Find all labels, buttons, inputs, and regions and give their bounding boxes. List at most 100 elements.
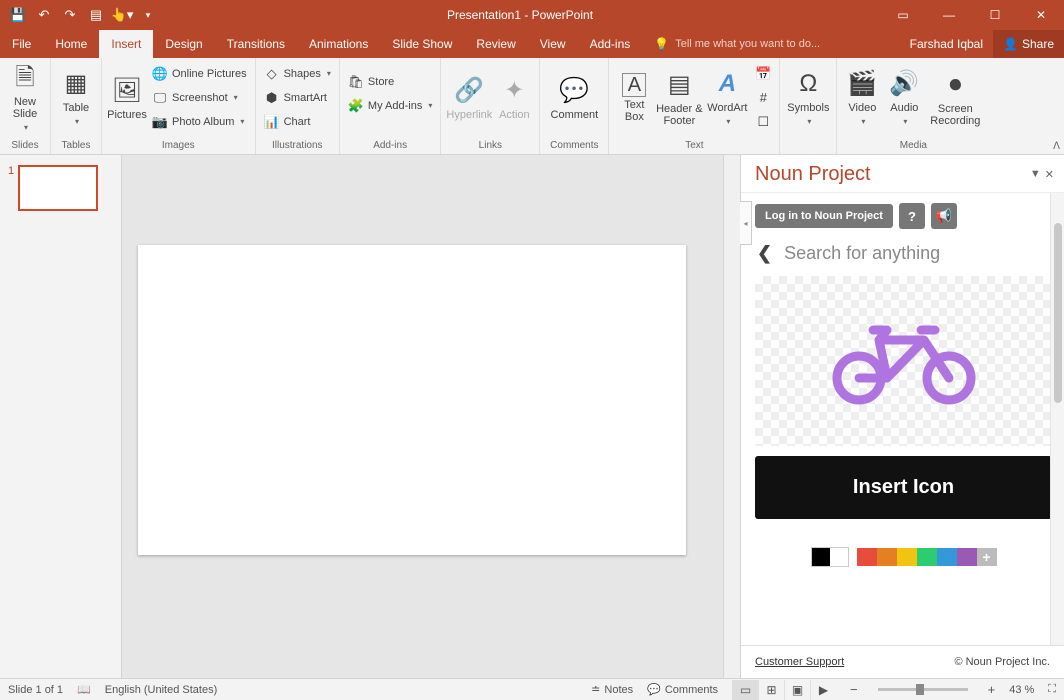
collapse-ribbon-icon[interactable]: ᐱ (1053, 141, 1060, 152)
pane-scroll-thumb[interactable] (1054, 223, 1062, 403)
header-footer-button[interactable]: ▤Header & Footer (655, 60, 703, 136)
close-icon[interactable]: ✕ (1018, 0, 1064, 30)
ribbon-display-options-icon[interactable]: ▭ (880, 0, 926, 30)
pane-menu-icon[interactable]: ▼ (1030, 168, 1041, 181)
group-label-text: Text (613, 139, 775, 154)
tab-view[interactable]: View (528, 30, 578, 58)
announce-button[interactable]: 📢 (931, 203, 957, 229)
help-button[interactable]: ? (899, 203, 925, 229)
maximize-icon[interactable]: ☐ (972, 0, 1018, 30)
zoom-in-button[interactable]: + (988, 682, 996, 697)
zoom-level[interactable]: 43 % (1009, 684, 1034, 696)
group-tables: ▦Table▾ Tables (51, 58, 102, 154)
tab-review[interactable]: Review (464, 30, 527, 58)
icon-preview (755, 276, 1052, 446)
account-name[interactable]: Farshad Iqbal (900, 30, 993, 58)
normal-view-icon[interactable]: ▭ (732, 680, 758, 700)
zoom-slider[interactable] (878, 688, 968, 691)
customer-support-link[interactable]: Customer Support (755, 656, 844, 668)
audio-icon: 🔊 (888, 68, 920, 100)
group-label-tables: Tables (55, 139, 97, 154)
redo-icon[interactable]: ↷ (58, 3, 82, 27)
minimize-icon[interactable]: — (926, 0, 972, 30)
date-time-button[interactable]: 📅 (751, 62, 775, 85)
pane-collapse-tab[interactable]: ◂ (740, 201, 752, 245)
swatch-white[interactable] (830, 548, 848, 566)
sorter-view-icon[interactable]: ⊞ (758, 680, 784, 700)
zoom-out-button[interactable]: − (850, 682, 858, 697)
swatch-blue[interactable] (937, 548, 957, 566)
add-color-button[interactable]: + (977, 548, 997, 566)
start-from-beginning-icon[interactable]: ▤ (84, 3, 108, 27)
undo-icon[interactable]: ↶ (32, 3, 56, 27)
new-slide-button[interactable]: 🗎New Slide▾ (4, 60, 46, 136)
login-button[interactable]: Log in to Noun Project (755, 204, 893, 228)
notes-button[interactable]: ≐ Notes (591, 683, 633, 696)
my-addins-icon: 🧩 (348, 98, 364, 114)
pane-scrollbar[interactable] (1050, 193, 1064, 645)
qat-customize-icon[interactable]: ▾ (136, 3, 160, 27)
symbols-button[interactable]: ΩSymbols▾ (784, 60, 832, 136)
object-button[interactable]: ☐ (751, 110, 775, 133)
screen-recording-button[interactable]: ⏺Screen Recording (925, 60, 985, 136)
photo-album-button[interactable]: 📷Photo Album▾ (148, 110, 251, 133)
group-symbols: ΩSymbols▾ (780, 58, 837, 154)
shapes-button[interactable]: ◇Shapes▾ (260, 62, 335, 85)
fit-to-window-icon[interactable]: ⛶ (1048, 683, 1056, 696)
tab-home[interactable]: Home (43, 30, 99, 58)
vertical-scrollbar[interactable] (723, 155, 740, 678)
smartart-button[interactable]: ⬢SmartArt (260, 86, 335, 109)
audio-button[interactable]: 🔊Audio▾ (883, 60, 925, 136)
table-button[interactable]: ▦Table▾ (55, 60, 97, 136)
share-button[interactable]: 👤Share (993, 30, 1064, 58)
comment-button[interactable]: 💬Comment (544, 60, 604, 136)
save-icon[interactable]: 💾 (6, 3, 30, 27)
pane-body: ◂ Log in to Noun Project ? 📢 ❮ Search fo… (741, 193, 1064, 645)
back-icon[interactable]: ❮ (757, 243, 772, 264)
store-button[interactable]: 🛍Store (344, 70, 436, 93)
group-label-addins: Add-ins (344, 139, 436, 154)
swatch-purple[interactable] (957, 548, 977, 566)
comments-button[interactable]: 💬 Comments (647, 683, 718, 696)
window-title: Presentation1 - PowerPoint (160, 8, 880, 22)
reading-view-icon[interactable]: ▣ (784, 680, 810, 700)
swatch-black[interactable] (812, 548, 830, 566)
pictures-button[interactable]: 🖼Pictures (106, 60, 148, 136)
swatch-orange[interactable] (877, 548, 897, 566)
wordart-button[interactable]: AWordArt▾ (703, 60, 751, 136)
tab-file[interactable]: File (0, 30, 43, 58)
new-slide-icon: 🗎 (9, 62, 41, 94)
chart-button[interactable]: 📊Chart (260, 110, 335, 133)
video-button[interactable]: 🎬Video▾ (841, 60, 883, 136)
slide-canvas[interactable] (138, 245, 686, 555)
tab-transitions[interactable]: Transitions (215, 30, 297, 58)
swatch-red[interactable] (857, 548, 877, 566)
touch-mode-icon[interactable]: 👆▾ (110, 3, 134, 27)
tab-addins[interactable]: Add-ins (578, 30, 643, 58)
hyperlink-label: Hyperlink (446, 109, 492, 121)
video-label: Video (848, 102, 876, 114)
online-pictures-button[interactable]: 🌐Online Pictures (148, 62, 251, 85)
tab-animations[interactable]: Animations (297, 30, 380, 58)
screenshot-button[interactable]: 🖵Screenshot▾ (148, 86, 251, 109)
swatch-yellow[interactable] (897, 548, 917, 566)
search-input[interactable]: Search for anything (784, 243, 940, 264)
tab-design[interactable]: Design (153, 30, 214, 58)
tab-slideshow[interactable]: Slide Show (380, 30, 464, 58)
textbox-button[interactable]: AText Box (613, 60, 655, 136)
my-addins-button[interactable]: 🧩My Add-ins▾ (344, 94, 436, 117)
slide-counter[interactable]: Slide 1 of 1 (8, 684, 63, 696)
insert-icon-button[interactable]: Insert Icon (755, 456, 1052, 519)
tab-insert[interactable]: Insert (99, 30, 153, 58)
pane-close-icon[interactable]: ✕ (1045, 168, 1054, 181)
zoom-handle[interactable] (916, 684, 924, 695)
tell-me-search[interactable]: 💡Tell me what you want to do... (642, 30, 899, 58)
language-indicator[interactable]: English (United States) (105, 684, 218, 696)
my-addins-label: My Add-ins (368, 100, 422, 112)
swatch-green[interactable] (917, 548, 937, 566)
chart-label: Chart (284, 116, 311, 128)
slide-thumbnail-1[interactable]: 1 (8, 165, 111, 211)
slide-number-button[interactable]: # (751, 86, 775, 109)
slideshow-view-icon[interactable]: ▶ (810, 680, 836, 700)
spell-check-icon[interactable]: 📖 (77, 683, 91, 696)
